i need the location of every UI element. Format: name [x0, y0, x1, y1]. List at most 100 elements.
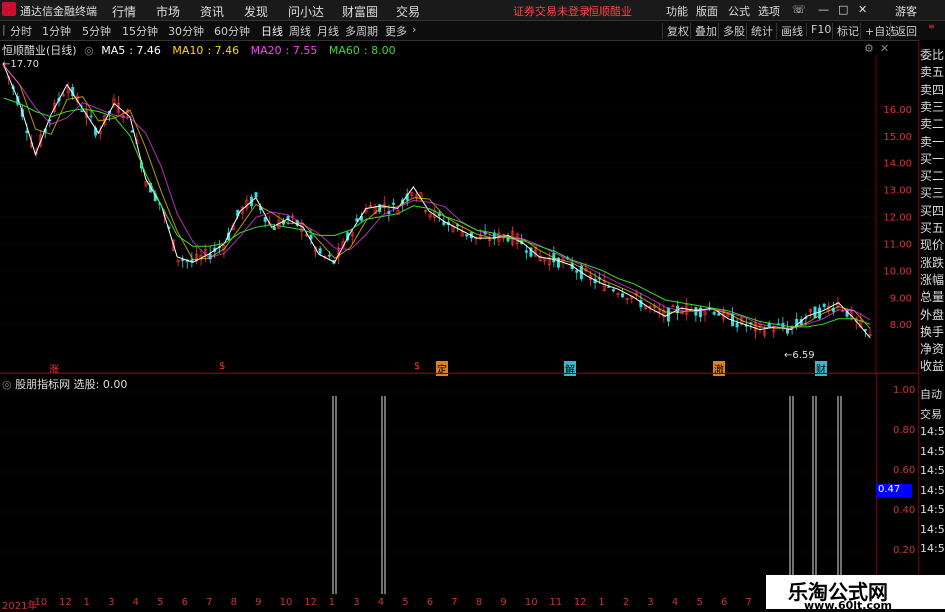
indicator-current-value: 0.47	[876, 484, 912, 497]
x-tick-label: 10	[34, 597, 48, 608]
quote-label: 卖四	[920, 82, 945, 97]
quote-label: 外盘	[920, 307, 945, 322]
app-logo-icon	[2, 2, 16, 16]
y-tick-label: 9.00	[890, 293, 912, 304]
minimize-icon[interactable]: —	[818, 3, 829, 16]
menu-banmian[interactable]: 版面	[696, 3, 718, 19]
btn-fuquan[interactable]: 复权	[662, 23, 689, 39]
menu-xuanxiang[interactable]: 选项	[758, 3, 780, 19]
indicator-y-tick: 0.80	[893, 425, 916, 436]
more-chevron-icon[interactable]: ›	[412, 23, 416, 36]
candle-body	[621, 293, 625, 298]
x-tick-label: 7	[206, 597, 213, 608]
candle-body	[822, 303, 826, 307]
candle-body	[272, 226, 276, 230]
toolbar-handle-icon: |	[2, 23, 6, 36]
x-tick-label: 2021年	[2, 601, 38, 612]
restore-icon[interactable]: □	[838, 3, 848, 16]
trade-time-label: 14:56	[920, 522, 945, 536]
period-60min[interactable]: 60分钟	[214, 23, 250, 39]
quote-label: 买二	[920, 169, 945, 184]
btn-duogu[interactable]: 多股	[718, 23, 745, 39]
candle-body	[327, 254, 331, 257]
btn-biaoji[interactable]: 标记	[832, 23, 859, 39]
ma10-line	[3, 65, 871, 329]
btn-huaxian[interactable]: 画线	[776, 23, 803, 39]
watermark: 乐淘公式网 www.60lt.com	[766, 575, 945, 612]
menu-zixun[interactable]: 资讯	[200, 3, 224, 20]
x-tick-label: 5	[402, 597, 409, 608]
x-tick-label: 6	[720, 597, 728, 608]
menu-caifuquan[interactable]: 财富圈	[342, 3, 378, 20]
x-tick-label: 2	[622, 597, 630, 608]
x-tick-label: 11	[549, 597, 563, 608]
login-notice[interactable]: 证券交易未登录	[513, 3, 590, 19]
period-fenshi[interactable]: 分时	[10, 23, 32, 39]
phone-icon[interactable]: ☏	[792, 3, 806, 16]
x-tick-label: 12	[59, 597, 72, 608]
candle-body	[465, 234, 469, 237]
y-tick-label: 16.00	[883, 105, 912, 116]
btn-diejia[interactable]: 叠加	[690, 23, 717, 39]
x-tick-label: 8	[475, 597, 483, 608]
x-tick-label: 4	[671, 597, 679, 608]
y-tick-label: 14.00	[883, 159, 912, 170]
period-more[interactable]: 更多	[385, 23, 407, 39]
ma20-line	[3, 65, 871, 330]
period-5min[interactable]: 5分钟	[82, 23, 111, 39]
y-tick-label: 15.00	[883, 132, 912, 143]
y-tick-label: 8.00	[890, 320, 912, 331]
x-tick-label: 1	[598, 597, 605, 608]
signal-dollar[interactable]: $	[218, 361, 226, 372]
period-1min[interactable]: 1分钟	[42, 23, 71, 39]
x-tick-label: 12	[573, 597, 587, 608]
x-tick-label: 1	[328, 597, 336, 608]
signal-dollar-2[interactable]: $	[413, 361, 421, 372]
x-tick-label: 4	[377, 597, 385, 608]
btn-back[interactable]: 返回	[890, 23, 917, 39]
period-15min[interactable]: 15分钟	[122, 23, 158, 39]
candle-body	[611, 289, 615, 292]
y-tick-label: 13.00	[883, 186, 912, 197]
indicator-y-tick: 0.60	[893, 465, 916, 476]
quote-label: 买五	[920, 221, 945, 235]
trade-time-label: 14:56	[920, 464, 945, 477]
trade-time-label: 自动	[920, 388, 942, 401]
period-30min[interactable]: 30分钟	[168, 23, 204, 39]
candle-body	[263, 217, 267, 222]
menu-shichang[interactable]: 市场	[156, 3, 180, 20]
y-tick-label: 12.00	[883, 213, 912, 224]
menu-gongshi[interactable]: 公式	[728, 3, 750, 19]
trade-time-label: 交易	[920, 407, 942, 421]
menu-gongneng[interactable]: 功能	[666, 3, 688, 19]
btn-f10[interactable]: F10	[806, 23, 831, 36]
indicator-chart[interactable]	[0, 374, 876, 596]
menu-bar: 通达信金融终端 行情 市场 资讯 发现 问小达 财富圈 交易 证券交易未登录 恒…	[0, 0, 945, 21]
x-tick-label: 5	[696, 597, 703, 608]
period-multi[interactable]: 多周期	[345, 23, 378, 39]
x-tick-label: 8	[230, 597, 238, 608]
x-tick-label: 3	[647, 597, 654, 608]
period-monthly[interactable]: 月线	[317, 23, 339, 39]
panel-header-icon: ≡	[928, 22, 935, 31]
trade-time-label: 14:56	[920, 425, 945, 438]
x-tick-label: 1	[83, 597, 90, 608]
low-price-label: ←6.59	[784, 350, 815, 361]
candle-body	[89, 115, 93, 118]
period-weekly[interactable]: 周线	[289, 23, 311, 39]
close-icon[interactable]: ✕	[858, 3, 867, 16]
period-daily[interactable]: 日线	[261, 23, 283, 39]
menu-hangqing[interactable]: 行情	[112, 3, 136, 20]
quote-label: 总量	[920, 290, 945, 305]
btn-tongji[interactable]: 统计	[746, 23, 773, 39]
price-chart[interactable]: 16.00 15.00 14.00 13.00 12.00 11.00 10.00 9.00 8…	[0, 40, 918, 374]
guest-label[interactable]: 游客	[895, 3, 917, 19]
menu-jiaoyi[interactable]: 交易	[396, 3, 420, 20]
y-tick-label: 11.00	[883, 239, 912, 250]
menu-faxian[interactable]: 发现	[244, 3, 268, 20]
quote-label: 买四	[920, 203, 945, 218]
trade-time-label: 14:56	[920, 503, 945, 516]
x-tick-label: 6	[181, 597, 188, 608]
menu-wenxiaoda[interactable]: 问小达	[288, 3, 324, 20]
quote-label: 卖一	[920, 134, 945, 149]
